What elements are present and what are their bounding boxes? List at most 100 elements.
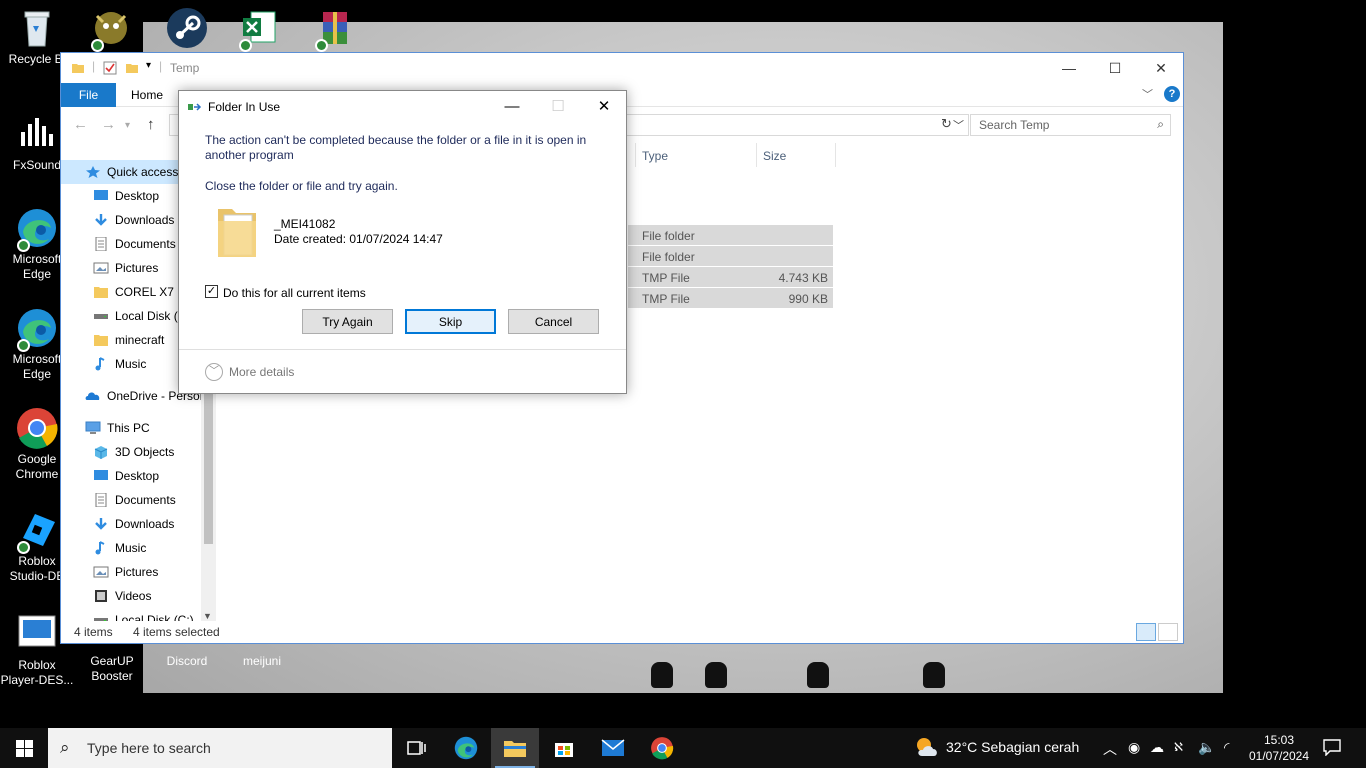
- search-icon: ⌕: [60, 738, 70, 757]
- meet-now-icon[interactable]: ◉: [1128, 739, 1140, 756]
- taskbar-search-placeholder: Type here to search: [87, 740, 211, 756]
- cancel-button[interactable]: Cancel: [508, 309, 599, 334]
- column-header-type[interactable]: Type: [642, 149, 668, 163]
- customize-qat-icon[interactable]: ▾: [146, 60, 151, 71]
- desktop-icon-label: Roblox Player-DES...: [0, 658, 74, 687]
- column-separator: [835, 143, 836, 167]
- file-row[interactable]: TMP File 4.743 KB: [628, 267, 833, 287]
- nav-pc-downloads[interactable]: Downloads: [61, 512, 201, 536]
- nav-pc-desktop[interactable]: Desktop: [61, 464, 201, 488]
- apply-to-all-label[interactable]: Do this for all current items: [223, 286, 366, 300]
- column-header-size[interactable]: Size: [763, 149, 786, 163]
- help-icon[interactable]: ?: [1164, 86, 1180, 102]
- expand-ribbon-icon[interactable]: ﹀: [1142, 86, 1153, 102]
- more-details-link[interactable]: More details: [229, 365, 294, 379]
- address-dropdown-icon[interactable]: ﹀: [953, 117, 964, 133]
- pictures-icon: [93, 261, 109, 275]
- status-item-count: 4 items: [74, 625, 113, 639]
- tab-home[interactable]: Home: [131, 88, 163, 102]
- roblox-player-icon: [15, 612, 59, 656]
- computer-icon: [85, 421, 101, 435]
- nav-3d-objects[interactable]: 3D Objects: [61, 440, 201, 464]
- nav-pc-documents[interactable]: Documents: [61, 488, 201, 512]
- partly-sunny-icon: [917, 738, 937, 756]
- file-row[interactable]: File folder: [628, 246, 833, 266]
- details-view-icon[interactable]: [1136, 623, 1156, 641]
- properties-icon[interactable]: [103, 61, 117, 78]
- folder-icon: [93, 285, 109, 299]
- taskbar-file-explorer[interactable]: [491, 728, 539, 768]
- forward-icon[interactable]: →: [101, 116, 116, 133]
- sync-check-icon: [91, 39, 104, 52]
- nav-this-pc[interactable]: This PC: [61, 416, 201, 440]
- apply-to-all-checkbox[interactable]: ✓: [205, 285, 218, 298]
- nav-label: Local Disk (C:): [115, 613, 194, 621]
- scroll-down-icon[interactable]: ▼: [203, 611, 212, 621]
- desktop-icon-label: Discord: [166, 654, 208, 668]
- explorer-titlebar: | ▾ | Temp — ☐ ✕: [61, 53, 1183, 83]
- taskbar-edge[interactable]: [442, 728, 490, 768]
- file-type: File folder: [642, 250, 695, 264]
- roblox-studio-icon: [15, 508, 59, 554]
- close-button[interactable]: ✕: [1138, 53, 1184, 83]
- recent-locations-icon[interactable]: ▾: [125, 120, 130, 131]
- file-size: 990 KB: [788, 292, 828, 306]
- clock[interactable]: 15:03 01/07/2024: [1248, 732, 1310, 764]
- new-folder-icon[interactable]: [125, 61, 139, 78]
- taskbar-mail[interactable]: [589, 728, 637, 768]
- locked-file-date: Date created: 01/07/2024 14:47: [274, 232, 443, 246]
- desktop-icon-winrar[interactable]: [298, 6, 372, 52]
- chevron-down-icon[interactable]: ﹀: [205, 363, 223, 381]
- start-button[interactable]: [0, 728, 48, 768]
- notification-icon[interactable]: [1322, 738, 1342, 757]
- desktop-icon-excel[interactable]: [222, 6, 296, 52]
- file-row[interactable]: File folder: [628, 225, 833, 245]
- up-icon[interactable]: ↑: [147, 116, 155, 133]
- nav-label: Music: [115, 541, 147, 555]
- search-input[interactable]: Search Temp ⌕: [970, 114, 1171, 136]
- taskbar-store[interactable]: [540, 728, 588, 768]
- large-icons-view-icon[interactable]: [1158, 623, 1178, 641]
- language-icon[interactable]: ℵ: [1174, 740, 1183, 754]
- onedrive-tray-icon[interactable]: ☁: [1150, 739, 1164, 756]
- folder-icon: [214, 203, 260, 261]
- desktop-icon-game[interactable]: [74, 6, 148, 52]
- nav-pc-music[interactable]: Music: [61, 536, 201, 560]
- dialog-minimize-button[interactable]: —: [489, 91, 535, 121]
- taskbar-search-box[interactable]: ⌕ Type here to search: [48, 728, 392, 768]
- volume-icon[interactable]: 🔈: [1198, 739, 1215, 756]
- nav-local-disk-c[interactable]: Local Disk (C:): [61, 608, 201, 621]
- search-placeholder: Search Temp: [979, 118, 1050, 132]
- document-icon: [93, 236, 109, 252]
- skip-button[interactable]: Skip: [405, 309, 496, 334]
- wifi-icon[interactable]: ◜: [1224, 739, 1229, 756]
- tab-file[interactable]: File: [61, 83, 116, 107]
- nav-pc-pictures[interactable]: Pictures: [61, 560, 201, 584]
- music-icon: [93, 357, 109, 371]
- nav-label: Documents: [115, 237, 176, 251]
- maximize-button[interactable]: ☐: [1092, 53, 1138, 83]
- desktop-icon-steam[interactable]: [150, 6, 224, 52]
- show-hidden-icons-icon[interactable]: ︿: [1103, 739, 1117, 759]
- mail-icon: [601, 739, 625, 756]
- window-title: Temp: [170, 61, 200, 75]
- nav-label: Local Disk (D: [115, 309, 187, 323]
- game-character-icon: [89, 6, 133, 52]
- edge-icon: [15, 306, 59, 352]
- dialog-close-button[interactable]: ✕: [581, 91, 627, 121]
- folder-icon: [93, 333, 109, 347]
- windows-logo-icon: [15, 739, 33, 757]
- search-icon: ⌕: [1157, 117, 1164, 131]
- nav-pc-videos[interactable]: Videos: [61, 584, 201, 608]
- weather-widget[interactable]: 32°C Sebagian cerah: [914, 736, 1079, 758]
- video-icon: [93, 589, 109, 603]
- taskbar-chrome[interactable]: [638, 728, 686, 768]
- nav-label: Documents: [115, 493, 176, 507]
- back-icon[interactable]: ←: [73, 116, 88, 133]
- task-view-button[interactable]: [392, 728, 440, 768]
- try-again-button[interactable]: Try Again: [302, 309, 393, 334]
- refresh-icon[interactable]: ↻: [941, 116, 952, 132]
- minimize-button[interactable]: —: [1046, 53, 1092, 83]
- file-row[interactable]: TMP File 990 KB: [628, 288, 833, 308]
- excel-icon: [237, 6, 281, 52]
